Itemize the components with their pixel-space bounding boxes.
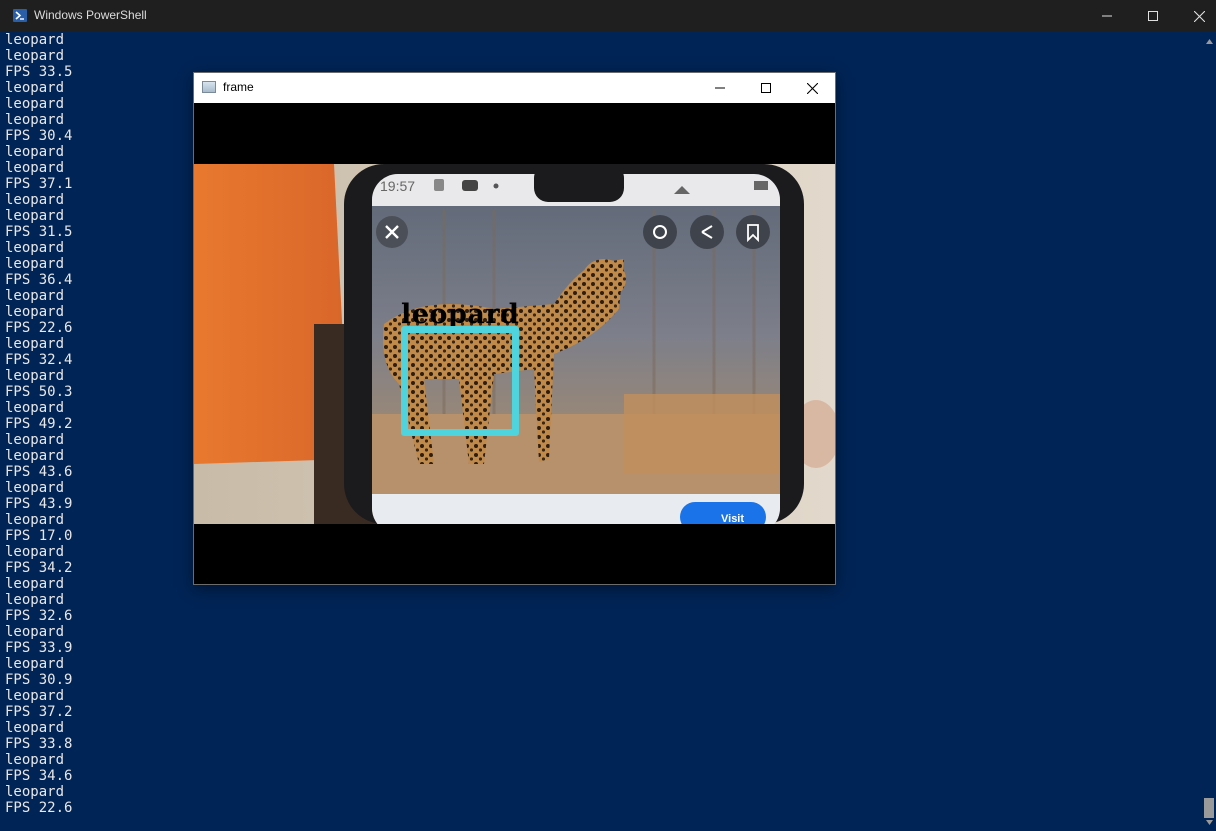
console-line: leopard [5,48,65,64]
frame-titlebar[interactable]: frame [194,73,835,103]
console-line: leopard [5,80,65,96]
console-output[interactable]: leopard leopard FPS 33.5 leopard leopard leop… [5,32,72,816]
vertical-scrollbar[interactable] [1202,32,1216,831]
console-line: leopard [5,96,65,112]
minimize-button[interactable] [1084,0,1130,32]
maximize-icon [761,83,771,93]
console-line: leopard [5,480,65,496]
console-line: FPS 50.3 [5,384,73,400]
console-line: leopard [5,752,65,768]
frame-maximize-button[interactable] [743,73,789,103]
console-line: leopard [5,448,65,464]
console-line: FPS 33.5 [5,64,73,80]
scrollbar-thumb[interactable] [1204,798,1214,818]
console-line: leopard [5,544,65,560]
console-line: leopard [5,112,65,128]
console-line: leopard [5,368,65,384]
powershell-icon [13,9,27,22]
console-line: leopard [5,656,65,672]
console-line: FPS 31.5 [5,224,73,240]
minimize-icon [1102,15,1112,17]
frame-minimize-button[interactable] [697,73,743,103]
console-line: FPS 43.9 [5,496,73,512]
console-line: leopard [5,256,65,272]
maximize-button[interactable] [1130,0,1176,32]
console-line: FPS 30.9 [5,672,73,688]
console-line: leopard [5,576,65,592]
frame-title: frame [223,80,254,94]
console-line: leopard [5,192,65,208]
console-line: FPS 33.9 [5,640,73,656]
console-line: leopard [5,240,65,256]
minimize-icon [715,87,725,89]
console-line: FPS 22.6 [5,800,73,816]
maximize-icon [1148,11,1158,21]
console-line: FPS 32.4 [5,352,73,368]
frame-close-button[interactable] [789,73,835,103]
console-line: leopard [5,432,65,448]
close-button[interactable] [1176,0,1216,32]
window-title: Windows PowerShell [34,8,147,22]
detection-bounding-box [401,326,519,436]
console-line: FPS 37.2 [5,704,73,720]
console-line: leopard [5,720,65,736]
console-line: leopard [5,624,65,640]
console-line: FPS 34.6 [5,768,73,784]
console-line: FPS 36.4 [5,272,73,288]
scroll-up-arrow-icon[interactable] [1206,39,1213,44]
console-line: FPS 49.2 [5,416,73,432]
console-line: leopard [5,144,65,160]
console-line: FPS 43.6 [5,464,73,480]
console-line: FPS 30.4 [5,128,73,144]
console-line: leopard [5,336,65,352]
scroll-down-arrow-icon[interactable] [1206,820,1213,825]
console-line: leopard [5,32,65,48]
console-line: FPS 32.6 [5,608,73,624]
console-line: FPS 37.1 [5,176,73,192]
console-line: leopard [5,592,65,608]
phone-visit-button-label: Visit [721,513,744,524]
frame-window[interactable]: frame 19:57 Visit leopard [194,73,835,584]
console-line: leopard [5,784,65,800]
console-line: leopard [5,288,65,304]
frame-app-icon [202,81,216,93]
console-line: FPS 17.0 [5,528,73,544]
console-line: leopard [5,400,65,416]
console-line: FPS 22.6 [5,320,73,336]
console-line: leopard [5,160,65,176]
console-line: leopard [5,304,65,320]
close-icon [806,82,818,94]
phone-status-time: 19:57 [380,178,415,194]
console-line: leopard [5,208,65,224]
console-line: leopard [5,512,65,528]
powershell-titlebar[interactable]: Windows PowerShell [0,0,1216,32]
close-icon [1193,10,1205,22]
camera-feed: 19:57 Visit leopard [194,164,835,524]
console-line: FPS 34.2 [5,560,73,576]
console-line: FPS 33.8 [5,736,73,752]
console-line: leopard [5,688,65,704]
